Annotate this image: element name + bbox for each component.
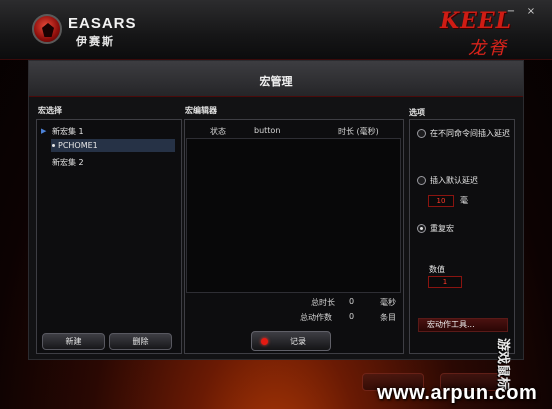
- dialog-title: 宏管理: [259, 75, 293, 88]
- macro-editor-heading: 宏编辑器: [185, 106, 217, 115]
- side-vertical-text: 游戏鼠标: [495, 338, 510, 391]
- delete-macro-button[interactable]: 删除: [109, 333, 172, 350]
- total-actions-unit: 条目: [380, 313, 396, 322]
- dialog-title-bar: 宏管理: [29, 61, 523, 97]
- brand-name-cn: 伊赛斯: [76, 35, 115, 48]
- product-name-cn: 龙脊: [468, 38, 508, 59]
- repeat-count-input[interactable]: 1: [428, 276, 462, 288]
- macro-set-2-label: 新宏集 2: [52, 158, 84, 167]
- record-button[interactable]: 记录: [251, 331, 331, 351]
- radio-default-delay[interactable]: [417, 176, 426, 185]
- total-actions-label: 总动作数: [300, 313, 332, 322]
- options-heading: 选项: [409, 108, 425, 117]
- close-button[interactable]: ×: [524, 6, 538, 17]
- macro-events-list[interactable]: [186, 138, 401, 293]
- watermark: www.arpun.com: [377, 382, 538, 404]
- macro-set-1-label: 新宏集 1: [52, 127, 84, 136]
- radio-repeat-macro-label: 重复宏: [430, 224, 454, 233]
- radio-repeat-macro[interactable]: [417, 224, 426, 233]
- macro-select-panel: [36, 119, 182, 354]
- total-duration-unit: 毫秒: [380, 298, 396, 307]
- easars-logo-icon: [32, 14, 62, 44]
- macro-item-pchome1[interactable]: PCHOME1: [51, 139, 175, 152]
- column-duration: 时长 (毫秒): [338, 127, 379, 136]
- app-header: EASARS 伊赛斯 KEEL 龙脊 − ×: [0, 0, 552, 60]
- record-button-label: 记录: [290, 337, 306, 346]
- expand-arrow-icon[interactable]: ▶: [41, 125, 46, 138]
- column-status: 状态: [210, 127, 226, 136]
- default-delay-input[interactable]: 10: [428, 195, 454, 207]
- radio-delay-between-commands-label: 在不同命令间插入延迟: [430, 129, 510, 138]
- brand-name: EASARS: [68, 15, 137, 32]
- macro-item-label: PCHOME1: [58, 141, 98, 150]
- radio-delay-between-commands[interactable]: [417, 129, 426, 138]
- macro-action-tools-button[interactable]: 宏动作工具...: [418, 318, 508, 332]
- radio-default-delay-label: 插入默认延迟: [430, 176, 478, 185]
- repeat-count-label: 数值: [429, 265, 445, 274]
- total-duration-label: 总时长: [311, 298, 335, 307]
- minimize-button[interactable]: −: [504, 6, 518, 17]
- macro-select-heading: 宏选择: [38, 106, 62, 115]
- column-button: button: [254, 126, 281, 135]
- total-actions-value: 0: [349, 312, 355, 321]
- record-icon: [261, 338, 268, 345]
- macro-manager-app: EASARS 伊赛斯 KEEL 龙脊 − × 宏管理 宏选择 ▶ 新宏集 1 P…: [0, 0, 552, 409]
- macro-set-2[interactable]: 新宏集 2: [40, 156, 175, 169]
- total-duration-value: 0: [349, 297, 355, 306]
- bullet-icon: [52, 144, 55, 147]
- macro-set-1[interactable]: ▶ 新宏集 1: [40, 125, 175, 138]
- new-macro-button[interactable]: 新建: [42, 333, 105, 350]
- product-name: KEEL: [440, 8, 513, 34]
- default-delay-unit: 毫: [460, 196, 468, 205]
